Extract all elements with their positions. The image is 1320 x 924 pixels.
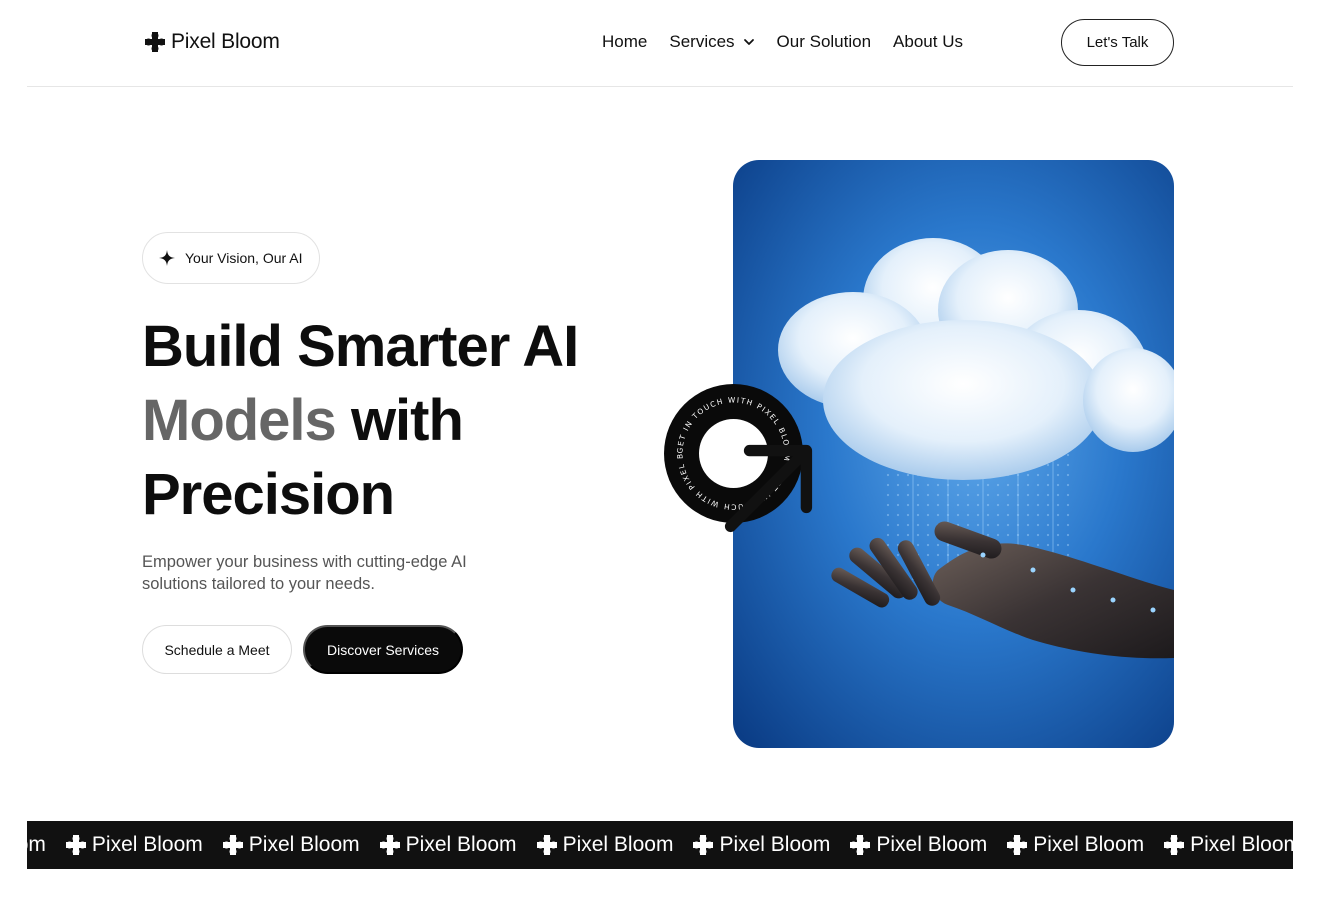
marquee-label: Pixel Bloom bbox=[719, 833, 831, 856]
headline-line-3: Precision bbox=[142, 462, 395, 527]
marquee-item: Pixel Bloom bbox=[65, 833, 203, 857]
headline-line-2-rest: with bbox=[350, 388, 464, 453]
nav-services[interactable]: Services bbox=[669, 32, 754, 52]
plus-flower-icon bbox=[222, 835, 243, 855]
sparkle-icon bbox=[159, 250, 175, 266]
lets-talk-button[interactable]: Let's Talk bbox=[1061, 19, 1174, 66]
marquee-label: Pixel Bloom bbox=[562, 833, 674, 856]
discover-services-button[interactable]: Discover Services bbox=[303, 625, 463, 674]
nav-home[interactable]: Home bbox=[602, 32, 647, 52]
marquee-label: Pixel Bloom bbox=[1190, 833, 1293, 856]
marquee-item: Pixel Bloom bbox=[850, 833, 987, 857]
nav-about-us-label: About Us bbox=[893, 32, 963, 51]
schedule-meet-button[interactable]: Schedule a Meet bbox=[142, 625, 292, 674]
plus-flower-icon bbox=[850, 835, 871, 855]
marquee-label: Pixel Bloom bbox=[91, 833, 203, 856]
nav-our-solution-label: Our Solution bbox=[776, 32, 872, 51]
get-in-touch-badge[interactable]: GET IN TOUCH WITH PIXEL BLOOM · GET IN T… bbox=[664, 384, 813, 533]
brand-logo[interactable]: Pixel Bloom bbox=[145, 30, 280, 54]
hero-headline: Build Smarter AI Models with Precision bbox=[142, 310, 579, 532]
plus-flower-icon bbox=[1164, 835, 1185, 855]
marquee-item: Pixel Bloom bbox=[536, 833, 674, 857]
hero-tag: Your Vision, Our AI bbox=[142, 232, 320, 284]
nav-services-label: Services bbox=[669, 32, 735, 51]
plus-flower-icon bbox=[379, 835, 400, 855]
marquee-label: Pixel Bloom bbox=[1033, 833, 1145, 856]
marquee-label: Pixel Bloom bbox=[405, 833, 517, 856]
marquee-label: Pixel Bloom bbox=[876, 833, 988, 856]
marquee-item: Pixel Bloom bbox=[379, 833, 517, 857]
marquee-item: Pixel Bloom bbox=[222, 833, 360, 857]
marquee-item: Pixel Bloom bbox=[1007, 833, 1144, 857]
plus-flower-icon bbox=[693, 835, 714, 855]
plus-flower-icon bbox=[1007, 835, 1028, 855]
headline-muted-word: Models bbox=[142, 388, 337, 453]
hero-tag-label: Your Vision, Our AI bbox=[185, 250, 303, 266]
plus-flower-icon bbox=[536, 835, 557, 855]
marquee-item: Pixel Bloom bbox=[1164, 833, 1293, 857]
chevron-down-icon bbox=[743, 39, 754, 45]
arrow-up-right-icon bbox=[724, 444, 813, 533]
marquee-item: Pixel Bloom bbox=[693, 833, 830, 857]
hero-subtext: Empower your business with cutting-edge … bbox=[142, 553, 467, 593]
plus-flower-icon bbox=[145, 32, 165, 52]
marquee-label: Pixel Bloom bbox=[248, 833, 360, 856]
top-nav: Pixel Bloom Home Services Our Solution A… bbox=[27, 0, 1293, 87]
headline-line-1: Build Smarter AI bbox=[142, 314, 579, 379]
nav-our-solution[interactable]: Our Solution bbox=[777, 32, 872, 52]
plus-flower-icon bbox=[65, 835, 86, 855]
brand-name: Pixel Bloom bbox=[171, 30, 280, 53]
nav-home-label: Home bbox=[602, 32, 648, 51]
badge-center bbox=[699, 419, 813, 533]
main-menu: Home Services Our Solution About Us bbox=[602, 32, 963, 52]
brand-marquee: Pixel Bloom Pixel Bloom Pixel Bloom Pixel B… bbox=[27, 821, 1293, 869]
marquee-track: Pixel Bloom Pixel Bloom Pixel Bloom Pixel B… bbox=[27, 821, 1293, 869]
marquee-item: Pixel Bloom bbox=[27, 833, 46, 857]
marquee-label: Pixel Bloom bbox=[27, 833, 46, 856]
nav-about-us[interactable]: About Us bbox=[893, 32, 963, 52]
